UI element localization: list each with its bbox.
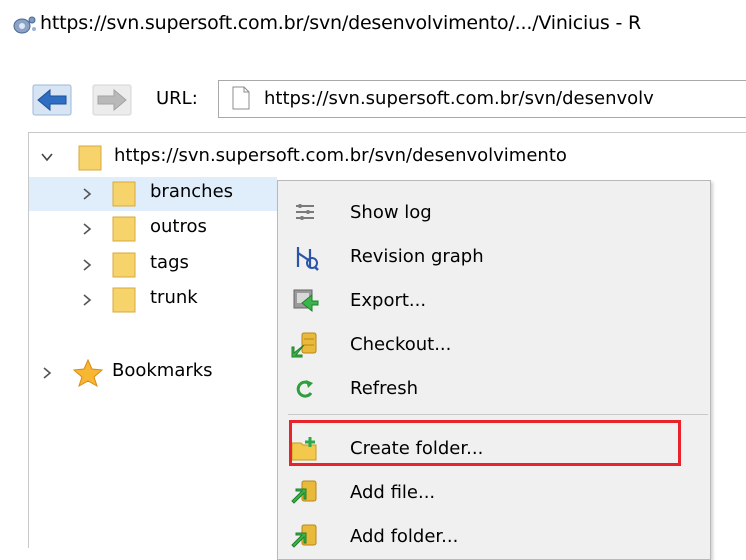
refresh-icon	[296, 380, 313, 398]
export-icon	[293, 289, 319, 313]
menu-item-label: Checkout...	[350, 334, 452, 355]
menu-item-label: Refresh	[350, 378, 418, 399]
menu-item-label: Show log	[350, 202, 432, 223]
context-menu: Show log Revision graph Export... Checko…	[277, 180, 711, 560]
tree-item-label[interactable]: outros	[150, 216, 207, 237]
add-file-icon	[291, 480, 317, 504]
menu-item-show-log[interactable]: Show log	[278, 191, 710, 235]
tree-item-label[interactable]: trunk	[150, 287, 198, 308]
checkout-icon	[291, 332, 317, 358]
chevron-right-icon[interactable]	[80, 293, 94, 307]
highlight-box	[289, 420, 681, 466]
folder-icon	[112, 216, 136, 242]
menu-item-export[interactable]: Export...	[278, 279, 710, 323]
chevron-right-icon[interactable]	[80, 222, 94, 236]
menu-item-add-folder[interactable]: Add folder...	[278, 515, 710, 559]
chevron-down-icon[interactable]	[40, 150, 54, 164]
folder-icon	[78, 145, 102, 171]
add-folder-icon	[291, 524, 317, 548]
folder-icon	[112, 181, 136, 207]
url-value[interactable]: https://svn.supersoft.com.br/svn/desenvo…	[264, 88, 654, 109]
folder-icon	[112, 252, 136, 278]
menu-item-label: Export...	[350, 290, 427, 311]
revision-graph-icon	[296, 247, 319, 271]
menu-item-label: Add folder...	[350, 526, 459, 547]
menu-item-label: Add file...	[350, 482, 436, 503]
url-label: URL:	[156, 88, 198, 109]
menu-separator	[288, 414, 708, 415]
menu-item-label: Revision graph	[350, 246, 484, 267]
menu-item-revision-graph[interactable]: Revision graph	[278, 235, 710, 279]
tree-root-label[interactable]: https://svn.supersoft.com.br/svn/desenvo…	[114, 145, 567, 166]
menu-item-refresh[interactable]: Refresh	[278, 367, 710, 411]
menu-item-checkout[interactable]: Checkout...	[278, 323, 710, 367]
folder-icon	[112, 287, 136, 313]
menu-item-add-file[interactable]: Add file...	[278, 471, 710, 515]
bookmarks-label[interactable]: Bookmarks	[112, 360, 213, 381]
chevron-right-icon[interactable]	[80, 187, 94, 201]
window-title: https://svn.supersoft.com.br/svn/desenvo…	[40, 12, 641, 34]
back-arrow-icon[interactable]	[32, 84, 72, 116]
tree-item-label[interactable]: tags	[150, 252, 189, 273]
star-icon	[72, 358, 104, 388]
tree-item-label[interactable]: branches	[150, 181, 233, 202]
chevron-right-icon[interactable]	[80, 258, 94, 272]
repo-browser-icon	[13, 16, 36, 34]
file-icon	[232, 86, 250, 110]
chevron-right-icon[interactable]	[40, 366, 54, 380]
forward-arrow-icon[interactable]	[92, 84, 132, 116]
show-log-icon	[296, 204, 314, 220]
